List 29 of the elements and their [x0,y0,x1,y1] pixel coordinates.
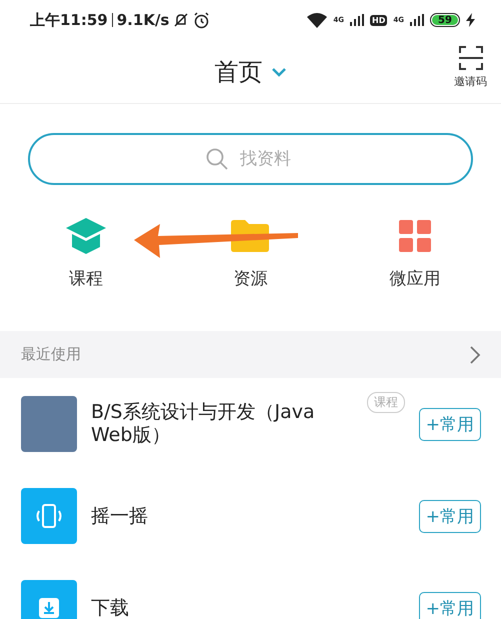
charging-bolt-icon [466,13,475,27]
recent-item-title[interactable]: 下载 [91,596,405,619]
add-favorite-button[interactable]: +常用 [418,592,481,619]
course-tag: 课程 [366,392,405,413]
apps-grid-icon [398,220,431,252]
shortcut-item[interactable]: 课程 [4,219,168,325]
alarm-clock-icon [193,12,210,28]
add-favorite-button[interactable]: +常用 [418,500,481,532]
section-title: 最近使用 [21,345,82,364]
invite-code-button[interactable]: 邀请码 [454,46,487,89]
chevron-right-icon[interactable] [469,344,481,364]
course-cover-image [21,396,77,452]
shortcut-item[interactable]: 微应用 [332,219,497,325]
hd-badge: HD [370,14,388,26]
status-time: 上午11:59 [30,10,108,30]
page-title: 首页 [214,56,262,88]
recent-item-title[interactable]: B/S系统设计与开发（Java Web版） [91,401,353,447]
recent-item-title[interactable]: 摇一摇 [91,504,405,528]
add-favorite-button[interactable]: +常用 [418,408,481,440]
wifi-icon [307,12,328,28]
search-field[interactable]: 找资料 [28,133,473,185]
network-speed: 9.1K/s [116,11,170,29]
signal-icon [410,14,424,26]
chevron-down-icon[interactable] [270,66,286,76]
battery-level: 59 [432,15,458,25]
shake-app-icon [21,488,77,544]
graduation-cap-icon [66,218,106,254]
signal-icon [350,14,364,26]
muted-bell-icon [173,12,190,28]
